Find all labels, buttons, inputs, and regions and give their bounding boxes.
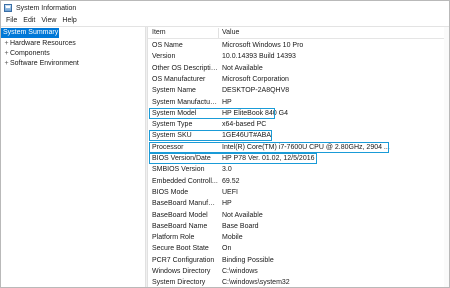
cell-value: Microsoft Corporation [222,75,289,83]
cell-value: Not Available [222,64,263,72]
tree-item-label: System Summary [3,29,59,36]
highlight-frame [149,153,317,164]
cell-item: Windows Directory [152,268,211,275]
cell-value: 3.0 [222,166,232,174]
cell-value: Base Board [222,222,259,230]
cell-value: Mobile [222,234,243,242]
tree-item-system-summary[interactable]: System Summary [1,28,59,38]
menu-file[interactable]: File [3,17,20,24]
column-divider[interactable] [218,28,219,38]
highlight-frame [149,107,275,119]
table-row[interactable]: Windows Directory C:\windows [148,266,449,277]
system-information-app-icon [4,4,12,12]
tree-item-label: Software Environment [10,60,79,67]
tree-item-software-environment[interactable]: +Software Environment [3,59,79,69]
cell-value: DESKTOP-2A8QHV8 [222,87,290,95]
cell-value: x64-based PC [222,121,267,129]
menu-edit[interactable]: Edit [20,17,38,24]
expand-plus-icon[interactable]: + [3,59,10,69]
table-row[interactable]: OS Name Microsoft Windows 10 Pro [148,40,449,51]
table-row[interactable]: Platform Role Mobile [148,232,449,243]
tree-item-label: Hardware Resources [10,40,76,47]
table-row[interactable]: Other OS Description Not Available [148,63,449,74]
cell-item: System Directory [152,279,206,287]
cell-item: BIOS Mode [152,188,189,196]
cell-item: BaseBoard Name [152,222,208,230]
table-row[interactable]: BIOS Mode UEFI [148,187,449,198]
category-tree: System Summary +Hardware Resources +Comp… [1,27,145,287]
table-row[interactable]: BaseBoard Manufact... HP [148,198,449,209]
column-header-value[interactable]: Value [222,27,239,39]
table-row[interactable]: BaseBoard Model Not Available [148,210,449,221]
column-header-item[interactable]: Item [152,27,166,39]
table-row[interactable]: System Type x64-based PC [148,119,449,130]
table-row[interactable]: OS Manufacturer Microsoft Corporation [148,74,449,85]
table-row[interactable]: Embedded Controll... 69.52 [148,176,449,187]
table-row[interactable]: System Name DESKTOP-2A8QHV8 [148,85,449,96]
table-row[interactable]: System Directory C:\windows\system32 [148,277,449,287]
cell-value: On [222,245,232,253]
system-information-window: System Information File Edit View Help S… [0,0,450,288]
cell-item: Secure Boot State [152,245,209,253]
tree-item-components[interactable]: +Components [3,49,50,59]
tree-item-label: Components [10,50,50,57]
cell-item: PCR7 Configuration [152,256,215,264]
summary-grid: Item Value OS Name Microsoft Windows 10 P… [148,27,449,287]
table-row[interactable]: PCR7 Configuration Binding Possible [148,255,449,266]
highlight-frame [149,130,272,142]
menu-help[interactable]: Help [59,17,79,24]
cell-item: System Name [152,87,196,95]
highlight-frame [149,141,389,153]
tree-item-hardware-resources[interactable]: +Hardware Resources [3,39,76,49]
cell-item: SMBIOS Version [152,166,205,174]
table-row[interactable]: Version 10.0.14393 Build 14393 [148,51,449,62]
cell-item: Platform Role [152,234,195,242]
cell-item: BaseBoard Model [152,211,208,219]
cell-value: Binding Possible [222,256,274,264]
cell-value: C:\windows [222,268,258,275]
table-row[interactable]: Secure Boot State On [148,243,449,254]
expand-plus-icon[interactable]: + [3,39,10,49]
cell-item: OS Name [152,42,183,49]
table-row[interactable]: SMBIOS Version 3.0 [148,164,449,175]
cell-item: System Manufacturer [152,98,218,106]
cell-value: 69.52 [222,177,240,185]
menu-view[interactable]: View [38,17,59,24]
expand-plus-icon[interactable]: + [3,49,10,59]
cell-value: HP [222,200,232,208]
menu-bar: File Edit View Help [1,15,449,26]
cell-item: OS Manufacturer [152,75,206,83]
vertical-scrollbar[interactable] [444,27,449,287]
title-bar[interactable]: System Information [1,1,449,15]
table-row[interactable]: System Manufacturer HP [148,97,449,108]
cell-item: Other OS Description [152,64,218,72]
grid-header: Item Value [148,27,449,39]
cell-value: Not Available [222,211,263,219]
cell-item: Embedded Controll... [152,177,218,185]
cell-value: 10.0.14393 Build 14393 [222,53,296,61]
cell-item: BaseBoard Manufact... [152,200,218,208]
cell-item: Version [152,53,176,61]
cell-item: System Type [152,121,193,129]
cell-value: UEFI [222,188,238,196]
cell-value: HP [222,98,232,106]
cell-value: C:\windows\system32 [222,279,290,287]
table-row[interactable]: BaseBoard Name Base Board [148,221,449,232]
window-title: System Information [16,4,77,12]
cell-value: Microsoft Windows 10 Pro [222,42,304,49]
